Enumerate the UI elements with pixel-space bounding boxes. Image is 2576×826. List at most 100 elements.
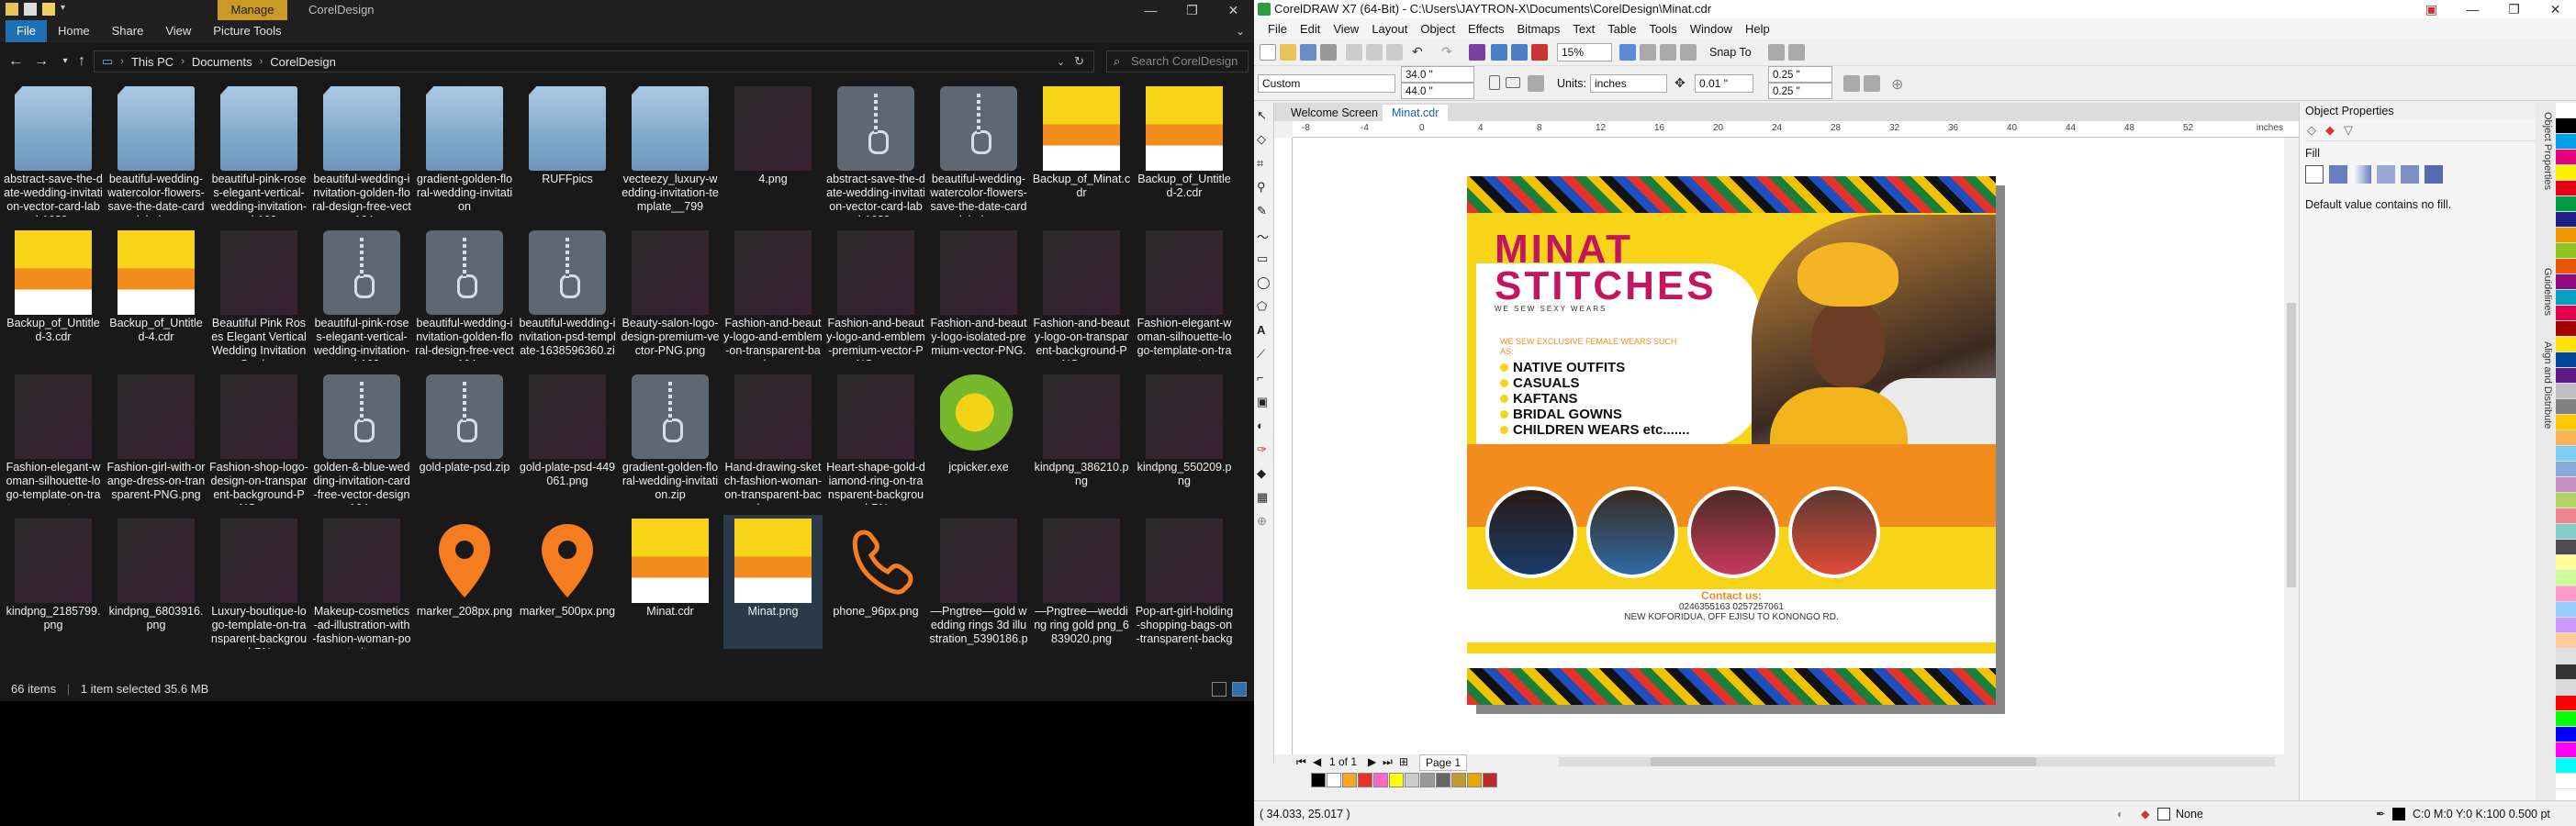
page-height-field[interactable]: 44.0 ": [1401, 83, 1474, 99]
color-swatch[interactable]: [2556, 165, 2576, 181]
up-arrow-icon[interactable]: ↑: [73, 53, 90, 70]
color-swatch[interactable]: [2556, 462, 2576, 477]
bitmap-pattern-button[interactable]: [2401, 165, 2419, 184]
palette-swatch[interactable]: [1436, 773, 1450, 787]
quick-customize-icon[interactable]: ⊕: [1891, 75, 1908, 93]
vertical-scrollbar[interactable]: [2284, 138, 2299, 754]
file-tile[interactable]: Backup_of_Untitled-3.cdr: [4, 227, 103, 361]
new-folder-icon[interactable]: [42, 3, 55, 16]
no-fill-button[interactable]: [2305, 165, 2324, 184]
transparency-tab-icon[interactable]: ▽: [2344, 123, 2353, 138]
prev-page-icon[interactable]: ◀: [1313, 754, 1321, 769]
connector-tool-icon[interactable]: ⌐: [1257, 371, 1271, 385]
breadcrumb-coreldesign[interactable]: CorelDesign: [263, 55, 343, 69]
address-dropdown-icon[interactable]: ⌄: [1057, 56, 1065, 68]
minat-stitches-flyer[interactable]: MINAT STITCHES WE SEW SEXY WEARS WE SEW …: [1467, 176, 1996, 705]
color-swatch[interactable]: [2556, 212, 2576, 228]
file-tile[interactable]: phone_96px.png: [826, 515, 925, 649]
fill-tab-icon[interactable]: ◆: [2325, 123, 2335, 138]
color-swatch[interactable]: [2556, 555, 2576, 571]
import-icon[interactable]: [1491, 44, 1507, 61]
file-tile[interactable]: Beautiful Pink Roses Elegant Vertical We…: [209, 227, 308, 361]
horizontal-ruler[interactable]: -8 -4 0 4 8 12 16 20 24 28 32 36 40 44 48 52 inches: [1293, 121, 2299, 138]
color-swatch[interactable]: [2556, 633, 2576, 649]
app-icon-button[interactable]: ▣: [2411, 0, 2452, 18]
side-tab-guidelines[interactable]: Guidelines: [2538, 268, 2553, 316]
full-screen-icon[interactable]: [1619, 44, 1636, 61]
text-tool-icon[interactable]: A: [1257, 323, 1271, 338]
file-tile[interactable]: Minat.cdr: [621, 515, 720, 649]
freehand-tool-icon[interactable]: ✎: [1257, 204, 1271, 218]
add-tool-icon[interactable]: ⊕: [1257, 514, 1271, 529]
color-swatch[interactable]: [2556, 337, 2576, 352]
menu-window[interactable]: Window: [1684, 22, 1739, 36]
color-swatch[interactable]: [2556, 540, 2576, 555]
file-tile[interactable]: Backup_of_Minat.cdr: [1032, 83, 1131, 217]
tab-picture-tools[interactable]: Picture Tools: [202, 20, 292, 42]
manage-context-tab[interactable]: Manage: [218, 0, 287, 20]
vector-pattern-button[interactable]: [2377, 165, 2395, 184]
menu-file[interactable]: File: [1261, 22, 1294, 36]
color-swatch[interactable]: [2556, 680, 2576, 696]
file-tile[interactable]: Fashion-shop-logo-design-on-transparent-…: [209, 371, 308, 505]
duplicate-y-field[interactable]: 0.25 ": [1768, 83, 1832, 99]
menu-edit[interactable]: Edit: [1294, 22, 1327, 36]
tab-file[interactable]: File: [6, 20, 47, 42]
palette-swatch[interactable]: [1342, 773, 1357, 787]
units-select[interactable]: inches: [1590, 74, 1667, 93]
crop-tool-icon[interactable]: ⌗: [1257, 156, 1271, 171]
palette-swatch[interactable]: [1327, 773, 1341, 787]
color-swatch[interactable]: [2556, 758, 2576, 774]
maximize-button[interactable]: ❐: [1171, 0, 1213, 20]
file-tile[interactable]: Hand-drawing-sketch-fashion-woman-on-tra…: [723, 371, 823, 505]
color-swatch[interactable]: [2556, 368, 2576, 384]
artistic-media-icon[interactable]: 〜: [1257, 228, 1271, 244]
color-swatch[interactable]: [2556, 571, 2576, 586]
nudge-distance-field[interactable]: 0.01 ": [1695, 74, 1753, 93]
color-swatch[interactable]: [2556, 399, 2576, 415]
menu-tools[interactable]: Tools: [1642, 22, 1683, 36]
file-tile[interactable]: Fashion-girl-with-orange-dress-on-transp…: [106, 371, 206, 505]
file-tile[interactable]: beautiful-wedding-invitation-golden-flor…: [415, 227, 514, 361]
file-tile[interactable]: beautiful-wedding-invitation-psd-templat…: [518, 227, 617, 361]
menu-text[interactable]: Text: [1566, 22, 1601, 36]
color-swatch[interactable]: [2556, 243, 2576, 259]
file-tile[interactable]: RUFFpics: [518, 83, 617, 217]
menu-bitmaps[interactable]: Bitmaps: [1510, 22, 1566, 36]
file-tile[interactable]: kindpng_6803916.png: [106, 515, 206, 649]
details-view-icon[interactable]: [1212, 682, 1226, 697]
tab-minat-cdr[interactable]: Minat.cdr: [1383, 105, 1449, 121]
color-swatch[interactable]: [2556, 602, 2576, 618]
file-tile[interactable]: 4.png: [723, 83, 823, 217]
application-launcher-icon[interactable]: [1788, 44, 1805, 61]
breadcrumb-documents[interactable]: Documents: [185, 55, 260, 69]
color-swatch[interactable]: [2556, 727, 2576, 742]
polygon-tool-icon[interactable]: ⬠: [1257, 299, 1271, 314]
file-tile[interactable]: Fashion-and-beauty-logo-isolated-premium…: [929, 227, 1028, 361]
new-document-icon[interactable]: [1260, 44, 1276, 61]
color-swatch[interactable]: [2556, 508, 2576, 524]
treat-as-filled-icon[interactable]: [1864, 75, 1880, 92]
folder-icon[interactable]: [6, 3, 18, 16]
minimize-button[interactable]: —: [1130, 0, 1171, 20]
h-scroll-thumb[interactable]: [1651, 757, 2036, 766]
menu-layout[interactable]: Layout: [1365, 22, 1414, 36]
file-tile[interactable]: Fashion-and-beauty-logo-on-transparent-b…: [1032, 227, 1131, 361]
pick-tool-icon[interactable]: ↖: [1257, 108, 1271, 123]
file-tile[interactable]: gold-plate-psd.zip: [415, 371, 514, 505]
file-tile[interactable]: kindpng_550209.png: [1135, 371, 1234, 505]
color-swatch[interactable]: [2556, 228, 2576, 243]
side-tab-align-distribute[interactable]: Align and Distribute: [2538, 341, 2553, 429]
save-icon[interactable]: [24, 3, 37, 16]
color-swatch[interactable]: [2556, 586, 2576, 602]
publish-pdf-icon[interactable]: [1531, 44, 1548, 61]
palette-swatch[interactable]: [1389, 773, 1404, 787]
file-tile[interactable]: Heart-shape-gold-diamond-ring-on-transpa…: [826, 371, 925, 505]
uniform-fill-button[interactable]: [2329, 165, 2347, 184]
file-tile[interactable]: abstract-save-the-date-wedding-invitatio…: [826, 83, 925, 217]
last-page-icon[interactable]: ⏭: [1383, 754, 1393, 769]
print-icon[interactable]: [1320, 44, 1337, 61]
file-tile[interactable]: gradient-golden-floral-wedding-invitatio…: [415, 83, 514, 217]
file-tile[interactable]: beautiful-wedding-watercolor-flowers-sav…: [929, 83, 1028, 217]
tab-view[interactable]: View: [154, 20, 202, 42]
